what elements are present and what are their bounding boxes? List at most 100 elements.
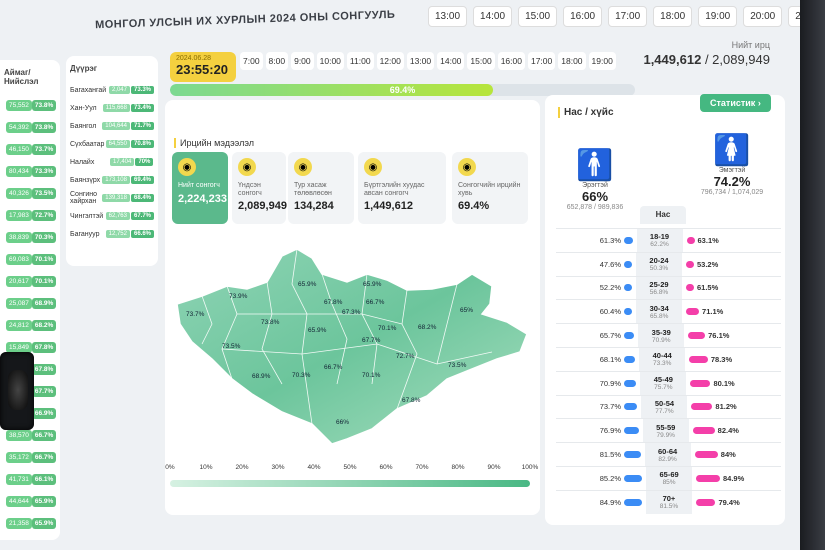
hour-button[interactable]: 16:00 <box>563 5 603 27</box>
hour-button[interactable]: 19:00 <box>698 5 738 27</box>
aimag-row[interactable]: 41,731 66.1% <box>0 468 60 490</box>
district-row[interactable]: Багануур 12,752 66.6% <box>66 225 158 243</box>
hour-button[interactable]: 17:00 <box>608 5 648 27</box>
age-group-total: 65.8% <box>649 312 669 320</box>
map-label-bayan-ulgii[interactable]: 73.7% <box>186 311 205 318</box>
map-label-sukhbaatar[interactable]: 73.5% <box>448 362 467 369</box>
aimag-row[interactable]: 35,172 66.7% <box>0 446 60 468</box>
district-row[interactable]: Налайх 17,404 70% <box>66 153 158 171</box>
district-row[interactable]: Сонгино хайрхан 139,318 68.4% <box>66 189 158 207</box>
aimag-row[interactable]: 80,434 73.3% <box>0 160 60 182</box>
time-button[interactable]: 16:00 <box>497 52 525 70</box>
district-row[interactable]: Хан-Уул 115,668 73.4% <box>66 99 158 117</box>
district-pct: 73.3% <box>130 86 154 94</box>
stat-value: 1,449,612 <box>364 200 413 213</box>
aimag-pct: 65.9% <box>31 517 57 529</box>
district-name: Баянзүрх <box>70 176 101 184</box>
hour-button[interactable]: 13:00 <box>428 5 468 27</box>
map-label-umnugovi[interactable]: 66% <box>336 419 349 426</box>
age-gender-title: Нас / хүйс <box>558 107 614 118</box>
map-label-uvurkhangai[interactable]: 66.7% <box>324 364 343 371</box>
map-label-bulgan[interactable]: 67.8% <box>324 299 343 306</box>
district-pct: 66.6% <box>130 230 154 238</box>
map-label-darkhan[interactable]: 66.7% <box>366 299 385 306</box>
map-label-khentii[interactable]: 68.2% <box>418 324 437 331</box>
stat-label: Сонгогчийн ирцийн хувь <box>458 182 521 197</box>
time-button[interactable]: 18:00 <box>558 52 586 70</box>
aimag-row[interactable]: 24,812 68.2% <box>0 314 60 336</box>
district-row[interactable]: Чингэлтэй 62,763 67.7% <box>66 207 158 225</box>
aimag-pct: 72.7% <box>31 209 57 221</box>
female-age-bar <box>695 498 716 506</box>
map-label-uvs[interactable]: 73.9% <box>229 293 248 300</box>
hour-button[interactable]: 14:00 <box>473 5 513 27</box>
time-button[interactable]: 19:00 <box>588 52 616 70</box>
map-label-zavkhan[interactable]: 73.8% <box>261 319 280 326</box>
time-button[interactable]: 9:00 <box>291 52 314 70</box>
age-group-total: 79.9% <box>656 431 675 439</box>
time-button[interactable]: 15:00 <box>467 52 495 70</box>
female-age-pct: 63.1% <box>697 235 719 245</box>
time-button[interactable]: 14:00 <box>437 52 465 70</box>
map-label-dornogovi[interactable]: 67.8% <box>402 397 421 404</box>
aimag-row[interactable]: 40,326 73.5% <box>0 182 60 204</box>
hour-button[interactable]: 20:00 <box>743 5 783 27</box>
aimag-row[interactable]: 17,983 72.7% <box>0 204 60 226</box>
hour-button[interactable]: 15:00 <box>518 5 558 27</box>
statistics-button[interactable]: Статистик › <box>700 94 771 112</box>
time-button[interactable]: 7:00 <box>240 52 263 70</box>
map-label-gobi-altai[interactable]: 68.9% <box>252 373 271 380</box>
stat-label: Тур хасаж төлөвлөсөн <box>294 182 332 197</box>
district-row[interactable]: Баянзүрх 173,108 69.4% <box>66 171 158 189</box>
hour-button[interactable]: 21:00 <box>788 5 800 27</box>
aimag-row[interactable]: 75,552 73.8% <box>0 94 60 116</box>
time-button[interactable]: 12:00 <box>376 52 404 70</box>
aimag-row[interactable]: 44,644 65.9% <box>0 490 60 512</box>
legend-gradient-bar <box>170 480 530 487</box>
district-name: Сонгино хайрхан <box>70 191 98 205</box>
map-label-dundgovi[interactable]: 70.1% <box>362 372 381 379</box>
female-age-bar <box>691 403 713 411</box>
district-row[interactable]: Багахангай 2,047 73.3% <box>66 81 158 99</box>
aimag-value: 25,087 <box>6 297 32 309</box>
stat-value: 69.4% <box>458 200 490 213</box>
total-turnout: Нийт ирц 1,449,612 / 2,089,949 <box>620 40 770 67</box>
time-button[interactable]: 13:00 <box>406 52 435 70</box>
map-label-bayankhongor[interactable]: 70.3% <box>292 372 311 379</box>
male-age-pct: 65.7% <box>599 331 621 341</box>
aimag-row[interactable]: 69,083 70.1% <box>0 248 60 270</box>
time-button[interactable]: 17:00 <box>527 52 556 70</box>
map-label-ulaanbaatar[interactable]: 67.7% <box>362 337 381 344</box>
map-label-dornod[interactable]: 65% <box>460 307 473 314</box>
aimag-row[interactable]: 38,839 70.3% <box>0 226 60 248</box>
aimag-row[interactable]: 54,392 73.8% <box>0 116 60 138</box>
aimag-row[interactable]: 25,087 68.9% <box>0 292 60 314</box>
map-label-gobisumber[interactable]: 72.7% <box>396 353 415 360</box>
age-header: Нас <box>640 206 686 224</box>
map-label-orkhon[interactable]: 67.3% <box>342 309 361 316</box>
age-row: 81.5% 60-64 82.9% 84% <box>556 442 781 466</box>
aimag-row[interactable]: 21,358 65.9% <box>0 512 60 534</box>
female-age-pct: 71.1% <box>702 307 724 317</box>
hour-selector: 13:00 14:00 15:00 16:00 17:00 18:00 19:00 20:00… <box>428 0 800 32</box>
age-row: 47.6% 20-24 50.3% 53.2% <box>556 251 781 276</box>
time-button[interactable]: 10:00 <box>316 52 344 70</box>
hour-button[interactable]: 18:00 <box>653 5 693 27</box>
district-pct: 68.4% <box>130 194 154 202</box>
male-age-pct: 47.6% <box>599 259 621 269</box>
time-button[interactable]: 8:00 <box>265 52 289 70</box>
district-row[interactable]: Баянгол 104,644 71.7% <box>66 117 158 135</box>
district-row[interactable]: Сүхбаатар 64,550 70.8% <box>66 135 158 153</box>
aimag-value: 54,392 <box>6 121 32 133</box>
aimag-row[interactable]: 20,617 70.1% <box>0 270 60 292</box>
map-label-selenge[interactable]: 65.9% <box>363 281 382 288</box>
time-button[interactable]: 11:00 <box>346 52 374 70</box>
map-label-khovsgol[interactable]: 65.9% <box>298 281 317 288</box>
map-label-tuv[interactable]: 70.1% <box>378 325 397 332</box>
map-label-khovd[interactable]: 73.5% <box>222 343 241 350</box>
aimag-pct: 73.5% <box>31 187 57 199</box>
map-label-arkhangai[interactable]: 65.9% <box>308 327 327 334</box>
aimag-value: 21,358 <box>6 517 32 529</box>
aimag-row[interactable]: 46,150 73.7% <box>0 138 60 160</box>
district-panel: Дүүрэг Багахангай 2,047 73.3% Хан-Уул 115,66… <box>66 56 158 266</box>
